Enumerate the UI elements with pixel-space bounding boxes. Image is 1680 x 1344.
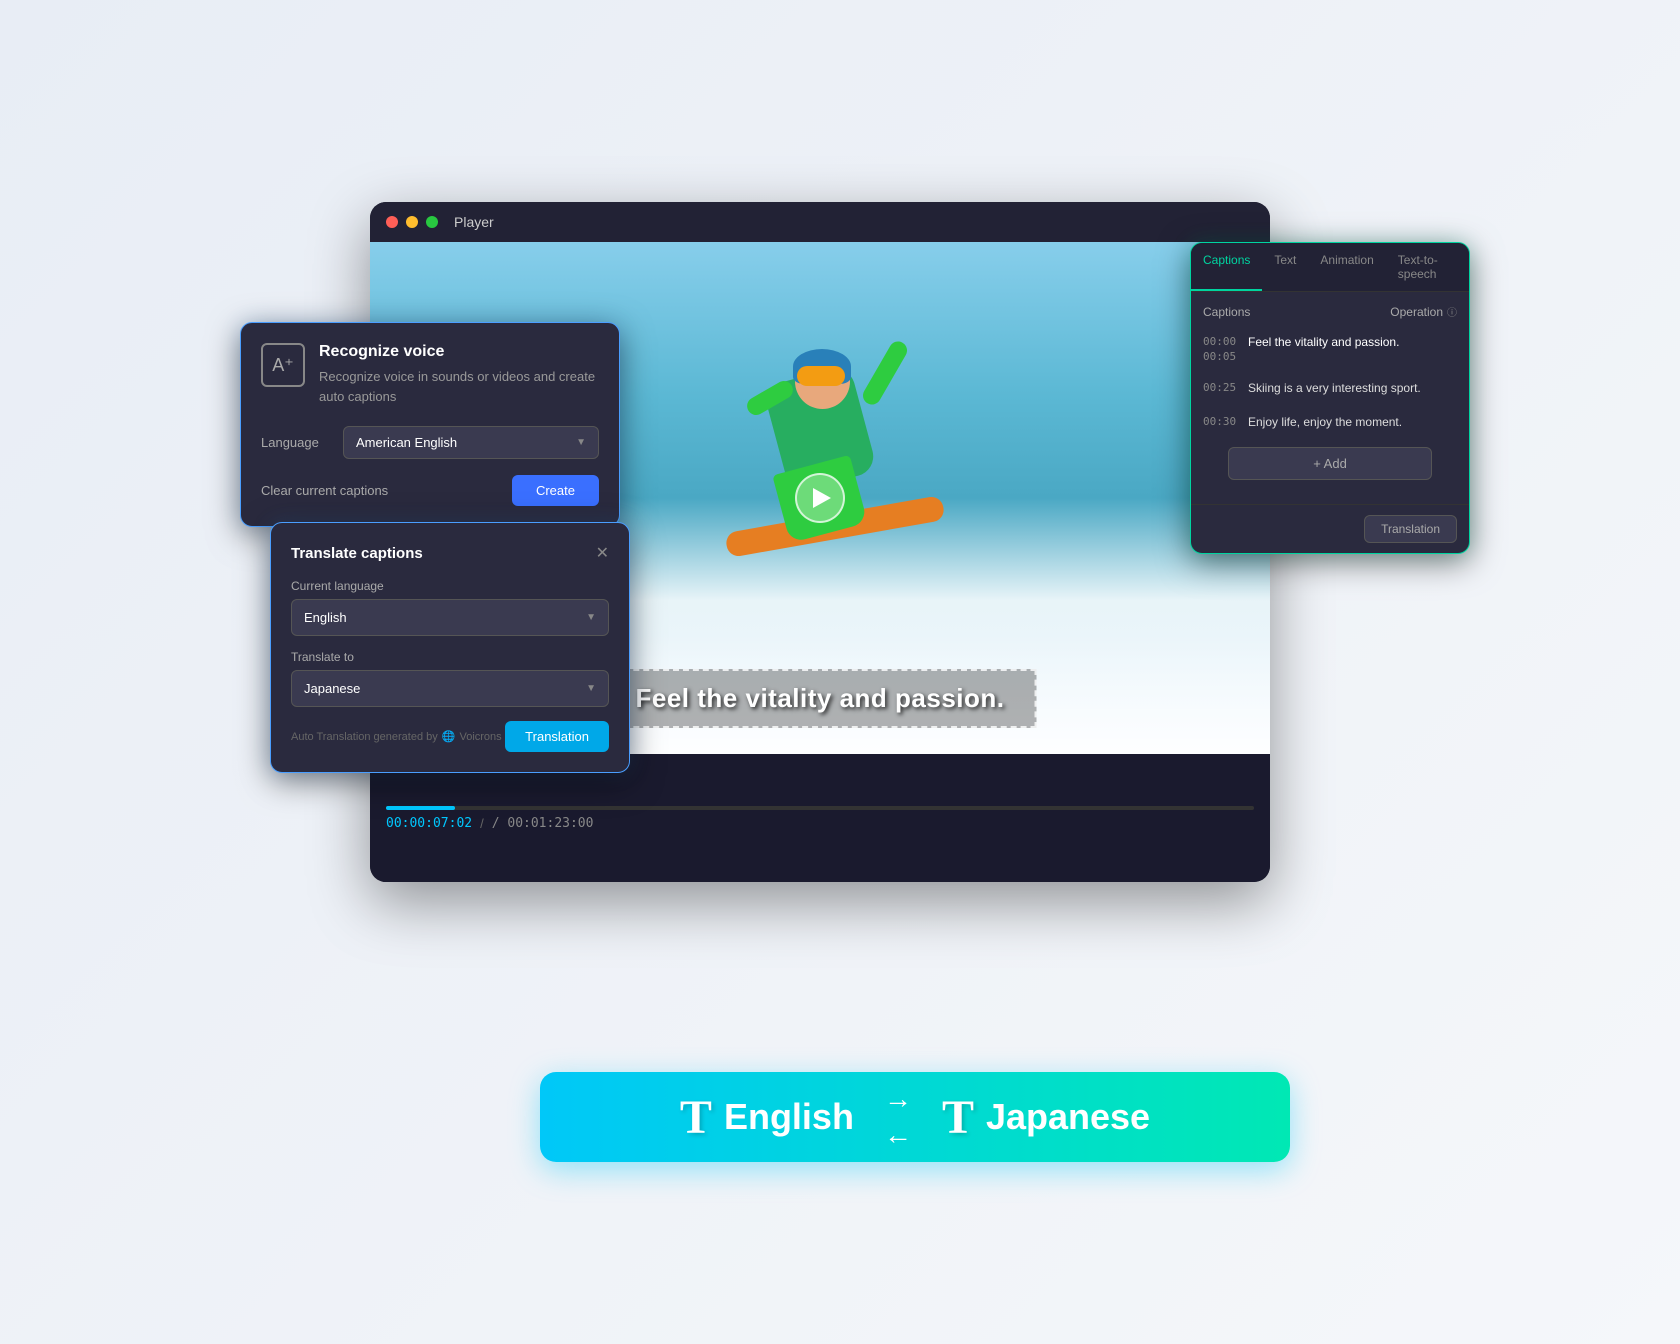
arrow-right-icon: → xyxy=(884,1083,912,1115)
timeline-bar: 00:00:07:02 / / 00:01:23:00 xyxy=(370,754,1270,882)
captions-body: Captions Operation ⓘ 00:00 00:05 Feel th… xyxy=(1191,292,1469,504)
translate-footer: Auto Translation generated by 🌐 Voicrons… xyxy=(291,721,609,752)
translate-to-value: Japanese xyxy=(304,681,360,696)
current-language-select[interactable]: English ▼ xyxy=(291,599,609,636)
translate-to-select[interactable]: Japanese ▼ xyxy=(291,670,609,707)
close-dot[interactable] xyxy=(386,216,398,228)
current-time: 00:00:07:02 xyxy=(386,816,472,831)
language-label: Language xyxy=(261,435,331,450)
recognize-description: Recognize voice in sounds or videos and … xyxy=(319,367,599,406)
caption-time-3: 00:30 xyxy=(1203,413,1238,428)
translation-arrows: → ← xyxy=(884,1083,912,1151)
player-title: Player xyxy=(454,214,494,230)
caption-time-block-3: 00:30 xyxy=(1203,413,1238,431)
translation-banner: T English → ← T Japanese xyxy=(540,1072,1290,1162)
from-text-icon: T xyxy=(680,1090,712,1145)
recognize-header: A⁺ Recognize voice Recognize voice in so… xyxy=(261,343,599,406)
captions-tabs: Captions Text Animation Text-to-speech xyxy=(1191,243,1469,292)
caption-display-text: Feel the vitality and passion. xyxy=(636,683,1005,713)
auto-translation-text: Auto Translation generated by xyxy=(291,731,438,743)
captions-header-row: Captions Operation ⓘ xyxy=(1203,304,1457,319)
tab-animation[interactable]: Animation xyxy=(1308,243,1385,291)
current-language-value: English xyxy=(304,610,347,625)
captions-footer: Translation xyxy=(1191,504,1469,553)
captions-translation-button[interactable]: Translation xyxy=(1364,515,1457,543)
time-separator: / xyxy=(480,816,484,831)
to-language: T Japanese xyxy=(942,1090,1150,1145)
create-button[interactable]: Create xyxy=(512,475,599,506)
to-text-icon: T xyxy=(942,1090,974,1145)
caption-content-2: Skiing is a very interesting sport. xyxy=(1248,379,1457,397)
translate-to-dropdown-arrow: ▼ xyxy=(586,683,596,694)
play-button[interactable] xyxy=(795,473,845,523)
captions-column-label: Captions xyxy=(1203,305,1250,319)
caption-time-block-2: 00:25 xyxy=(1203,379,1238,397)
caption-item[interactable]: 00:30 Enjoy life, enjoy the moment. xyxy=(1203,409,1457,435)
translation-button[interactable]: Translation xyxy=(505,721,609,752)
add-caption-button[interactable]: + Add xyxy=(1228,447,1431,480)
arm-right xyxy=(860,339,911,409)
translate-to-label: Translate to xyxy=(291,650,609,664)
timeline-track[interactable] xyxy=(386,806,1254,810)
caption-item[interactable]: 00:25 Skiing is a very interesting sport… xyxy=(1203,375,1457,401)
language-value: American English xyxy=(356,435,457,450)
auto-translation-label: Auto Translation generated by 🌐 Voicrons xyxy=(291,730,502,743)
caption-overlay: Feel the vitality and passion. xyxy=(604,669,1037,728)
current-language-label: Current language xyxy=(291,579,609,593)
minimize-dot[interactable] xyxy=(406,216,418,228)
from-language-label: English xyxy=(724,1096,854,1138)
clear-captions-button[interactable]: Clear current captions xyxy=(261,483,388,498)
tab-captions[interactable]: Captions xyxy=(1191,243,1262,291)
voicrons-brand-name: Voicrons xyxy=(459,731,501,743)
caption-time-block: 00:00 00:05 xyxy=(1203,333,1238,363)
close-icon[interactable]: ✕ xyxy=(596,543,609,563)
timeline-progress xyxy=(386,806,455,810)
recognize-actions: Clear current captions Create xyxy=(261,475,599,506)
goggles xyxy=(797,366,845,386)
recognize-voice-panel: A⁺ Recognize voice Recognize voice in so… xyxy=(240,322,620,527)
current-lang-dropdown-arrow: ▼ xyxy=(586,612,596,623)
arrow-left-icon: ← xyxy=(884,1119,912,1151)
dropdown-arrow-icon: ▼ xyxy=(576,437,586,448)
timeline-info: 00:00:07:02 / / 00:01:23:00 xyxy=(386,816,1254,831)
scene: Player xyxy=(240,122,1440,1222)
translate-titlebar: Translate captions ✕ xyxy=(291,543,609,563)
recognize-icon-box: A⁺ xyxy=(261,343,305,387)
caption-time-end: 00:05 xyxy=(1203,348,1238,363)
captions-panel: Captions Text Animation Text-to-speech C… xyxy=(1190,242,1470,554)
translate-captions-panel: Translate captions ✕ Current language En… xyxy=(270,522,630,773)
language-dropdown[interactable]: American English ▼ xyxy=(343,426,599,459)
caption-content: Feel the vitality and passion. xyxy=(1248,333,1457,363)
tab-text[interactable]: Text xyxy=(1262,243,1308,291)
player-titlebar: Player xyxy=(370,202,1270,242)
total-time: / 00:01:23:00 xyxy=(492,816,594,831)
to-language-label: Japanese xyxy=(986,1096,1150,1138)
from-language: T English xyxy=(680,1090,854,1145)
voicrons-brand-icon: 🌐 xyxy=(442,730,456,743)
caption-content-3: Enjoy life, enjoy the moment. xyxy=(1248,413,1457,431)
operation-label: Operation ⓘ xyxy=(1390,304,1457,319)
voice-icon: A⁺ xyxy=(272,355,294,376)
maximize-dot[interactable] xyxy=(426,216,438,228)
info-icon: ⓘ xyxy=(1447,304,1457,319)
recognize-text-block: Recognize voice Recognize voice in sound… xyxy=(319,343,599,406)
caption-time-start: 00:00 xyxy=(1203,333,1238,348)
language-row: Language American English ▼ xyxy=(261,426,599,459)
caption-item[interactable]: 00:00 00:05 Feel the vitality and passio… xyxy=(1203,329,1457,367)
caption-time-2: 00:25 xyxy=(1203,379,1238,394)
play-icon xyxy=(813,488,831,508)
translate-panel-title: Translate captions xyxy=(291,545,423,562)
recognize-title: Recognize voice xyxy=(319,343,599,361)
tab-text-to-speech[interactable]: Text-to-speech xyxy=(1386,243,1469,291)
